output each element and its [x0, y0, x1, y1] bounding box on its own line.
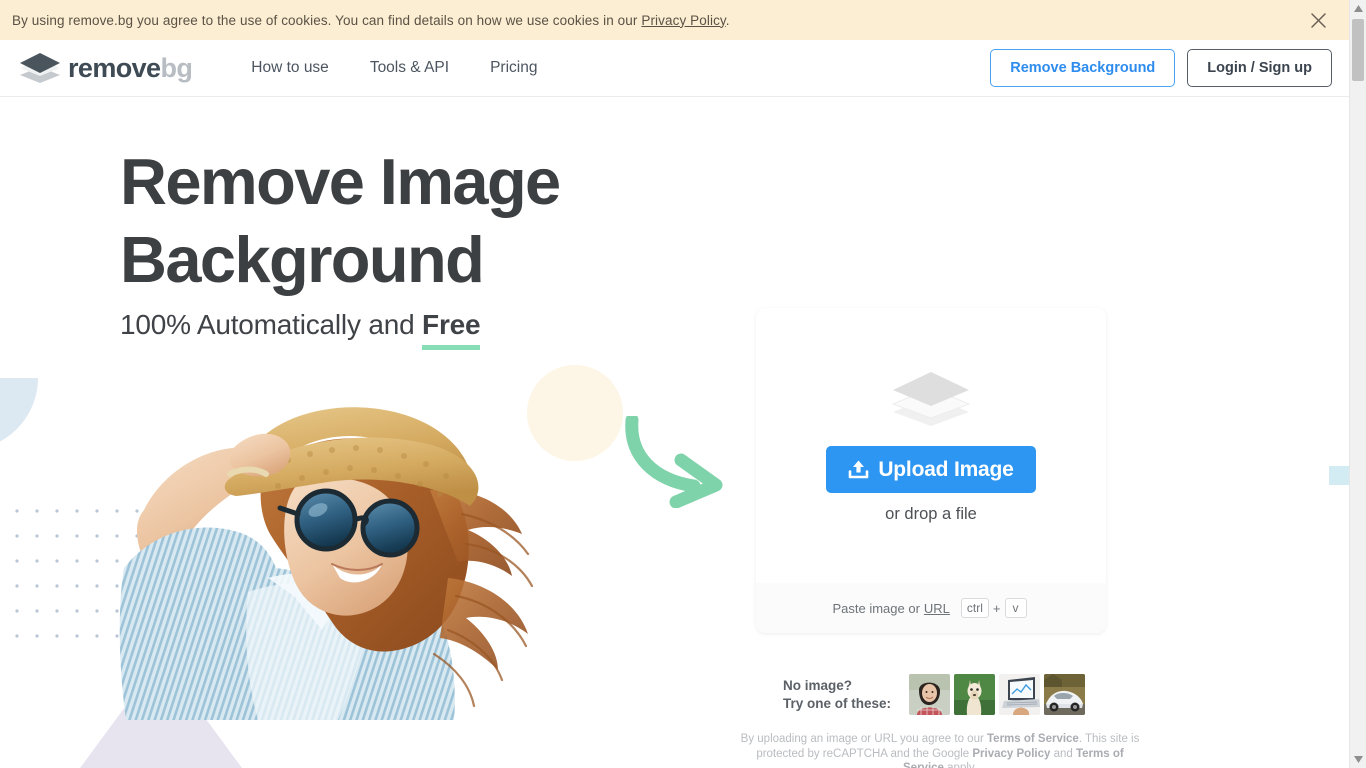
sample-alpaca[interactable]	[954, 674, 996, 715]
sample-woman-portrait-image	[909, 674, 951, 715]
browser-viewport: By using remove.bg you agree to the use …	[0, 0, 1349, 768]
cookie-text-after: .	[725, 12, 730, 28]
vertical-scrollbar[interactable]	[1349, 0, 1366, 768]
logo[interactable]: removebg	[18, 51, 193, 85]
close-icon-glyph	[1310, 12, 1326, 28]
header-actions: Remove Background Login / Sign up	[990, 49, 1332, 87]
upload-image-button-label: Upload Image	[878, 457, 1014, 481]
sample-woman-portrait[interactable]	[909, 674, 951, 715]
decorative-circle	[527, 365, 623, 461]
sample-sports-car[interactable]	[1044, 674, 1086, 715]
triangle-up-icon-glyph	[1353, 5, 1363, 12]
decorative-blue-square	[1329, 466, 1349, 485]
triangle-down-icon[interactable]	[1350, 751, 1366, 768]
legal-part-1: By uploading an image or URL you agree t…	[740, 733, 987, 745]
legal-part-3: and	[1050, 747, 1076, 760]
hero-subtitle: 100% Automatically and Free	[120, 309, 481, 350]
hero-title-line-2: Background	[120, 223, 485, 296]
upload-dropzone[interactable]: Upload Image or drop a file	[756, 308, 1106, 583]
sample-label-line-1: No image?	[783, 677, 853, 693]
sample-thumbnails	[909, 674, 1089, 715]
google-privacy-policy-link[interactable]: Privacy Policy	[972, 748, 1050, 760]
hero-subtitle-prefix: 100% Automatically and	[120, 309, 423, 340]
cookie-privacy-policy-link[interactable]: Privacy Policy	[641, 13, 725, 28]
sample-laptop-desk[interactable]	[999, 674, 1041, 715]
cookie-consent-banner: By using remove.bg you agree to the use …	[0, 0, 1349, 40]
logo-text-remove: remove	[68, 52, 161, 83]
remove-background-button[interactable]: Remove Background	[990, 49, 1176, 87]
decorative-quarter-circle	[0, 378, 38, 450]
upload-card: Upload Image or drop a file Paste image …	[756, 308, 1106, 633]
layers-stack-icon	[891, 372, 971, 426]
logo-text-bg: bg	[160, 52, 193, 83]
upload-image-button[interactable]: Upload Image	[826, 446, 1036, 493]
key-v: v	[1004, 598, 1027, 618]
sample-alpaca-image	[954, 674, 996, 715]
nav-item-tools-api[interactable]: Tools & API	[370, 59, 449, 77]
nav-item-how-to-use[interactable]: How to use	[251, 59, 329, 77]
triangle-up-icon[interactable]	[1350, 0, 1366, 17]
sample-images-label: No image? Try one of these:	[783, 677, 891, 713]
close-icon[interactable]	[1305, 7, 1331, 33]
cookie-banner-text: By using remove.bg you agree to the use …	[12, 13, 730, 28]
page-title: Remove Image Background	[120, 143, 740, 299]
cookie-text-before: By using remove.bg you agree to the use …	[12, 12, 642, 28]
sample-sports-car-image	[1044, 674, 1086, 715]
scrollbar-thumb[interactable]	[1352, 19, 1364, 81]
terms-of-service-link-1[interactable]: Terms of Service	[987, 733, 1079, 745]
layers-diamond-icon	[20, 53, 60, 83]
hero-photo	[118, 382, 538, 720]
woman-in-hat-illustration	[119, 407, 534, 720]
nav-item-pricing[interactable]: Pricing	[490, 59, 537, 77]
legal-disclaimer: By uploading an image or URL you agree t…	[740, 732, 1140, 768]
page-root: By using remove.bg you agree to the use …	[0, 0, 1366, 768]
key-plus-separator: +	[992, 600, 1001, 616]
key-ctrl: ctrl	[960, 598, 989, 618]
main-navigation: How to use Tools & API Pricing	[251, 59, 578, 77]
paste-hint-row: Paste image or URL ctrl + v	[756, 583, 1106, 633]
site-header: removebg How to use Tools & API Pricing …	[0, 40, 1349, 97]
drop-file-hint: or drop a file	[885, 505, 977, 523]
hero-subtitle-highlight: Free	[422, 309, 481, 350]
logo-wordmark: removebg	[68, 52, 193, 83]
paste-hint-prefix: Paste image or	[832, 600, 920, 616]
sample-label-line-2: Try one of these:	[783, 695, 892, 711]
sample-images-section: No image? Try one of these:	[783, 674, 1089, 715]
sample-laptop-desk-image	[999, 674, 1041, 715]
hero-title-line-1: Remove Image	[120, 145, 561, 218]
paste-url-link[interactable]: URL	[924, 601, 950, 616]
triangle-down-icon-glyph	[1353, 756, 1363, 763]
upload-icon	[849, 460, 869, 479]
decorative-curved-arrow-icon	[625, 416, 723, 508]
legal-part-4: apply.	[943, 762, 977, 768]
login-signup-button[interactable]: Login / Sign up	[1187, 49, 1332, 87]
